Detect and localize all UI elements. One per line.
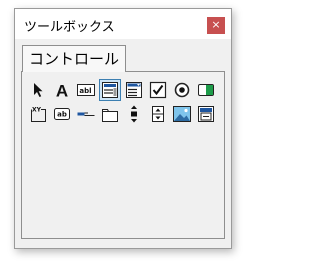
title-bar[interactable]: ツールボックス ×	[15, 9, 231, 39]
frame-icon-text: XY	[32, 107, 42, 114]
label-tool[interactable]: A	[51, 79, 73, 101]
label-icon-text: A	[56, 82, 68, 101]
tabstrip-icon	[77, 112, 95, 116]
close-button[interactable]: ×	[207, 17, 225, 34]
frame-icon: XY	[31, 107, 46, 122]
scrollbar-tool[interactable]	[123, 103, 145, 125]
command-button-tool[interactable]: ab	[51, 103, 73, 125]
multipage-tool[interactable]	[99, 103, 121, 125]
image-icon	[173, 106, 191, 122]
frame-tool[interactable]: XY	[27, 103, 49, 125]
combobox-tool[interactable]	[123, 79, 145, 101]
toggle-icon	[198, 84, 214, 96]
radio-icon	[174, 82, 190, 98]
window-title: ツールボックス	[24, 20, 115, 35]
textbox-icon: abl	[77, 84, 95, 96]
listbox-icon	[102, 82, 118, 98]
toggle-button-tool[interactable]	[195, 79, 217, 101]
select-objects-tool[interactable]	[27, 79, 49, 101]
multipage-icon	[102, 109, 118, 122]
command-button-icon: ab	[54, 108, 70, 120]
command-button-icon-text: ab	[57, 111, 67, 119]
tabstrip-tool[interactable]	[75, 103, 97, 125]
combobox-icon	[126, 82, 142, 98]
option-button-tool[interactable]	[171, 79, 193, 101]
scrollbar-icon	[131, 105, 137, 123]
label-icon: A	[56, 82, 68, 101]
checkbox-icon	[149, 81, 167, 99]
spinbutton-tool[interactable]	[147, 103, 169, 125]
controls-panel: A abl XY ab	[21, 71, 225, 239]
refedit-icon	[198, 106, 214, 122]
refedit-tool[interactable]	[195, 103, 217, 125]
spinbutton-icon	[152, 106, 164, 122]
checkbox-tool[interactable]	[147, 79, 169, 101]
toolbox-window: ツールボックス × コントロール A abl XY ab	[14, 8, 232, 249]
pointer-icon	[34, 83, 43, 97]
listbox-tool[interactable]	[99, 79, 121, 101]
close-icon: ×	[211, 18, 221, 31]
tab-controls-label: コントロール	[29, 50, 120, 68]
image-tool[interactable]	[171, 103, 193, 125]
tab-controls[interactable]: コントロール	[22, 45, 127, 72]
textbox-tool[interactable]: abl	[75, 79, 97, 101]
textbox-icon-text: abl	[79, 87, 91, 95]
